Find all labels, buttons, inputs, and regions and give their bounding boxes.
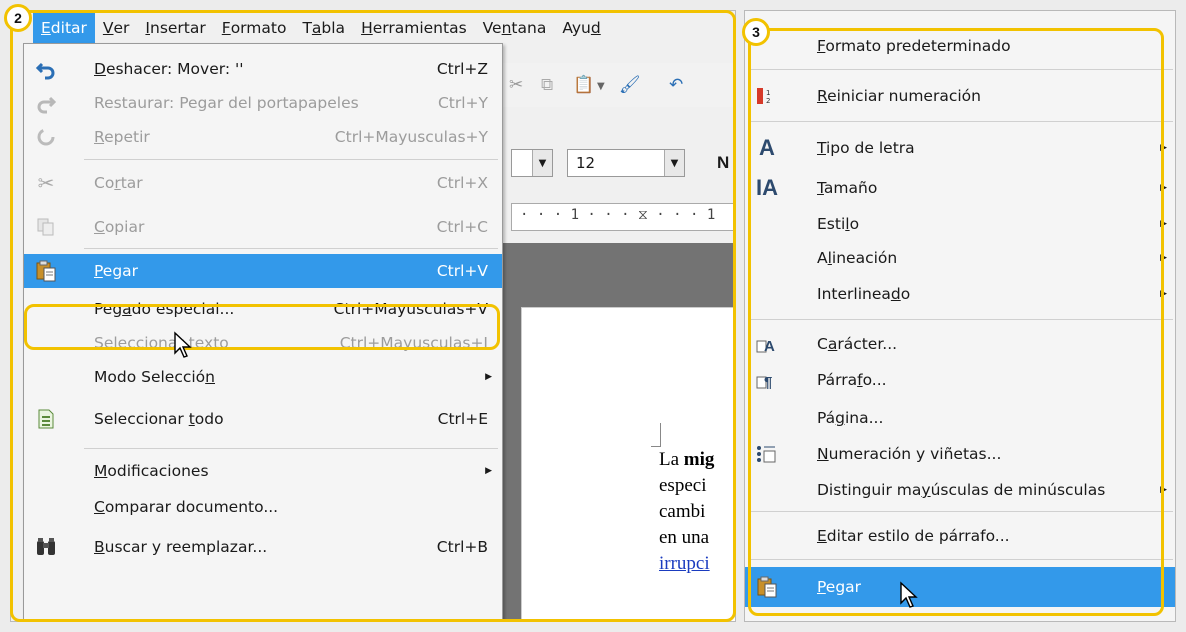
menu-separator bbox=[749, 319, 1173, 320]
menu-item-seleccionar-texto[interactable]: Seleccionar texto Ctrl+Mayusculas+I bbox=[24, 326, 502, 360]
menu-item-deshacer[interactable]: Deshacer: Mover: '' Ctrl+Z bbox=[24, 52, 502, 86]
menu-item-cortar[interactable]: ✂ Cortar Ctrl+X bbox=[24, 166, 502, 200]
svg-text:2: 2 bbox=[766, 97, 770, 105]
font-size-icon: IA bbox=[756, 175, 778, 200]
bold-button[interactable]: N bbox=[717, 153, 729, 173]
step-badge-3: 3 bbox=[742, 18, 770, 46]
page-margin-mark bbox=[651, 423, 661, 447]
menu-item-restaurar[interactable]: Restaurar: Pegar del portapapeles Ctrl+Y bbox=[24, 86, 502, 120]
binoculars-icon bbox=[34, 535, 58, 559]
svg-text:A: A bbox=[764, 338, 775, 355]
menu-item-repetir[interactable]: Repetir Ctrl+Mayusculas+Y bbox=[24, 120, 502, 154]
ruler[interactable]: · · · 1 · · · ⧖ · · · 1 bbox=[511, 203, 735, 231]
font-size-dropdown[interactable]: 12 ▼ bbox=[567, 149, 685, 177]
menu-separator bbox=[749, 69, 1173, 70]
submenu-arrow-icon: ▶ bbox=[1160, 219, 1167, 229]
menu-item-modificaciones[interactable]: Modificaciones ▶ bbox=[24, 454, 502, 488]
copy-icon[interactable]: ⧉ bbox=[541, 75, 561, 95]
menu-ventana[interactable]: Ve n tana bbox=[475, 13, 555, 43]
undo-icon bbox=[34, 57, 58, 81]
menu-separator bbox=[84, 448, 498, 449]
menu-item-alineacion[interactable]: Alineación ▶ bbox=[745, 241, 1175, 275]
chevron-down-icon: ▼ bbox=[532, 150, 552, 176]
menu-item-buscar-reemplazar[interactable]: Buscar y reemplazar... Ctrl+B bbox=[24, 530, 502, 564]
menu-item-parrafo[interactable]: ¶ Párrafo... bbox=[745, 363, 1175, 397]
menu-separator bbox=[749, 559, 1173, 560]
menu-item-tamano[interactable]: IA Tamaño ▶ bbox=[745, 171, 1175, 205]
paste-icon bbox=[34, 259, 58, 283]
format-context-menu: Formato predeterminado 12 Reiniciar nume… bbox=[745, 11, 1175, 621]
paragraph-icon: ¶ bbox=[755, 368, 779, 392]
menu-item-seleccionar-todo[interactable]: Seleccionar todo Ctrl+E bbox=[24, 402, 502, 436]
menu-item-caracter[interactable]: A Carácter... bbox=[745, 327, 1175, 361]
menu-item-comparar-documento[interactable]: Comparar documento... bbox=[24, 490, 502, 524]
submenu-arrow-icon: ▶ bbox=[1160, 183, 1167, 193]
left-screenshot-panel: Editar Ver Insertar Formato Ta bla Herram… bbox=[10, 10, 736, 622]
menu-formato[interactable]: Formato bbox=[214, 13, 295, 43]
edit-menu-dropdown: Deshacer: Mover: '' Ctrl+Z Restaurar: Pe… bbox=[23, 43, 503, 621]
menu-item-reiniciar-numeracion[interactable]: 12 Reiniciar numeración bbox=[745, 79, 1175, 113]
paste-icon[interactable]: 📋 bbox=[573, 75, 594, 95]
redo-icon bbox=[34, 91, 58, 115]
submenu-arrow-icon: ▶ bbox=[1160, 253, 1167, 263]
font-size-value: 12 bbox=[576, 154, 596, 172]
menu-herramientas[interactable]: Herramientas bbox=[353, 13, 475, 43]
submenu-arrow-icon: ▶ bbox=[485, 466, 492, 476]
menu-item-pegar-context[interactable]: Pegar bbox=[745, 567, 1175, 607]
menu-item-copiar[interactable]: Copiar Ctrl+C bbox=[24, 210, 502, 244]
character-icon: A bbox=[755, 332, 779, 356]
menu-item-numeracion-vinetas[interactable]: Numeración y viñetas... bbox=[745, 437, 1175, 471]
submenu-arrow-icon: ▶ bbox=[1160, 485, 1167, 495]
paste-icon bbox=[755, 575, 779, 599]
menu-item-tipo-de-letra[interactable]: A Tipo de letra ▶ bbox=[745, 131, 1175, 165]
mouse-cursor-icon bbox=[174, 331, 192, 358]
bullets-numbering-icon bbox=[755, 442, 779, 466]
menu-item-modo-seleccion[interactable]: Modo Selección ▶ bbox=[24, 360, 502, 394]
restart-numbering-icon: 12 bbox=[755, 84, 779, 108]
cut-icon[interactable]: ✂ bbox=[509, 75, 529, 95]
submenu-arrow-icon: ▶ bbox=[485, 372, 492, 382]
undo-icon[interactable]: ↶ bbox=[669, 75, 689, 95]
menubar: Editar Ver Insertar Formato Ta bla Herram… bbox=[11, 11, 735, 45]
menu-item-distinguir-mayusculas[interactable]: Distinguir mayúsculas de minúsculas ▶ bbox=[745, 473, 1175, 507]
menu-editar[interactable]: Editar bbox=[33, 13, 95, 43]
step-badge-2: 2 bbox=[4, 4, 32, 32]
menu-tabla[interactable]: Ta bla bbox=[294, 13, 353, 43]
submenu-arrow-icon: ▶ bbox=[1160, 289, 1167, 299]
right-screenshot-panel: Formato predeterminado 12 Reiniciar nume… bbox=[744, 10, 1176, 622]
menu-ayuda[interactable]: Ayu d bbox=[554, 13, 608, 43]
select-all-icon bbox=[34, 407, 58, 431]
menu-separator bbox=[749, 511, 1173, 512]
font-name-dropdown[interactable]: ▼ bbox=[511, 149, 553, 177]
repeat-icon bbox=[34, 125, 58, 149]
menu-separator bbox=[84, 248, 498, 249]
copy-icon bbox=[34, 215, 58, 239]
menu-item-pegado-especial[interactable]: Pegado especial... Ctrl+Mayusculas+V bbox=[24, 292, 502, 326]
chevron-down-icon: ▼ bbox=[664, 150, 684, 176]
menu-item-pagina[interactable]: Página... bbox=[745, 401, 1175, 435]
submenu-arrow-icon: ▶ bbox=[1160, 143, 1167, 153]
menu-ver[interactable]: Ver bbox=[95, 13, 138, 43]
document-text[interactable]: La mig especi cambi en una irrupci bbox=[659, 447, 735, 577]
svg-text:¶: ¶ bbox=[764, 374, 772, 391]
menu-insertar[interactable]: Insertar bbox=[137, 13, 213, 43]
svg-text:1: 1 bbox=[766, 89, 770, 97]
menu-item-interlineado[interactable]: Interlineado ▶ bbox=[745, 277, 1175, 311]
scissors-icon: ✂ bbox=[37, 171, 55, 195]
menu-item-editar-estilo-parrafo[interactable]: Editar estilo de párrafo... bbox=[745, 519, 1175, 553]
menu-separator bbox=[749, 121, 1173, 122]
menu-separator bbox=[84, 159, 498, 160]
bold-text-fragment: mig bbox=[683, 449, 715, 470]
mouse-cursor-icon bbox=[900, 581, 918, 608]
standard-toolbar: ✂ ⧉ 📋 ▼ 🖌 ↶ bbox=[501, 63, 735, 107]
menu-item-estilo[interactable]: Estilo ▶ bbox=[745, 207, 1175, 241]
formatting-toolbar: ▼ 12 ▼ N bbox=[501, 141, 735, 185]
menu-item-formato-predeterminado[interactable]: Formato predeterminado bbox=[745, 29, 1175, 63]
paste-dropdown-icon[interactable]: ▼ bbox=[597, 81, 617, 101]
font-icon: A bbox=[759, 135, 775, 160]
clone-format-icon[interactable]: 🖌 bbox=[619, 75, 641, 95]
menu-item-pegar[interactable]: Pegar Ctrl+V bbox=[24, 254, 502, 288]
